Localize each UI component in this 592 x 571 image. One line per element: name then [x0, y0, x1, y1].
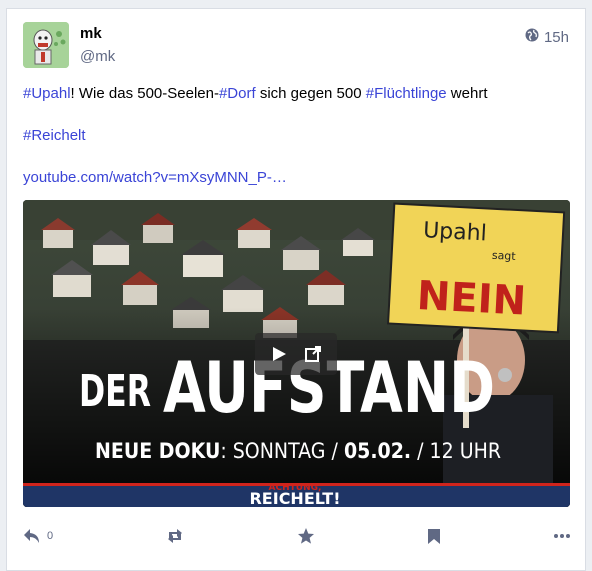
protest-sign: Upahl sagt NEIN	[387, 202, 566, 334]
ellipsis-icon	[553, 533, 571, 539]
action-bar: 0	[23, 524, 571, 548]
reply-button[interactable]: 0	[23, 528, 53, 544]
bookmark-icon	[427, 528, 441, 545]
content-line-3: youtube.com/watch?v=mXsyMNN_P-…	[23, 168, 571, 188]
play-icon[interactable]	[270, 345, 288, 363]
status-card[interactable]: mk @mk 15h #Upahl! Wie das 500-Seelen-#D…	[6, 8, 586, 571]
status-content: #Upahl! Wie das 500-Seelen-#Dorf sich ge…	[23, 84, 571, 210]
bookmark-button[interactable]	[427, 528, 441, 545]
display-name[interactable]: mk	[80, 25, 102, 42]
content-line-1: #Upahl! Wie das 500-Seelen-#Dorf sich ge…	[23, 84, 571, 104]
sign-text-sagt: sagt	[492, 249, 517, 263]
boost-icon	[165, 528, 185, 544]
favourite-button[interactable]	[297, 527, 315, 545]
boost-button[interactable]	[165, 528, 185, 544]
reply-count: 0	[47, 530, 54, 542]
banner-main-text: REICHELT!	[249, 489, 340, 507]
globe-icon	[525, 28, 539, 46]
thumbnail-subtitle: NEUE DOKU: SONNTAG / 05.02. / 12 UHR	[95, 439, 501, 463]
content-text: wehrt	[446, 85, 488, 102]
sign-text-nein: NEIN	[416, 273, 527, 325]
reply-icon	[23, 528, 41, 544]
content-text: sich gegen 500	[255, 85, 366, 102]
timestamp[interactable]: 15h	[525, 28, 569, 46]
external-link-icon[interactable]	[304, 345, 322, 363]
hashtag-fluechtlinge[interactable]: #Flüchtlinge	[366, 85, 447, 102]
star-icon	[297, 527, 315, 545]
hashtag-upahl[interactable]: #Upahl	[23, 85, 71, 102]
hashtag-reichelt[interactable]: #Reichelt	[23, 127, 86, 144]
sign-text-upahl: Upahl	[423, 218, 488, 246]
video-controls	[255, 333, 337, 375]
more-button[interactable]	[553, 533, 571, 539]
thumbnail-title-der: DER	[79, 366, 151, 417]
username[interactable]: @mk	[80, 48, 115, 65]
content-text: ! Wie das 500-Seelen-	[70, 85, 219, 102]
video-thumbnail[interactable]: Upahl sagt NEIN DER AUFSTAND NEUE DOKU: …	[23, 200, 570, 507]
avatar[interactable]	[23, 22, 69, 68]
hashtag-dorf[interactable]: #Dorf	[219, 85, 256, 102]
content-line-2: #Reichelt	[23, 126, 571, 146]
youtube-link[interactable]: youtube.com/watch?v=mXsyMNN_P-…	[23, 169, 287, 186]
time-label: 15h	[543, 28, 569, 46]
